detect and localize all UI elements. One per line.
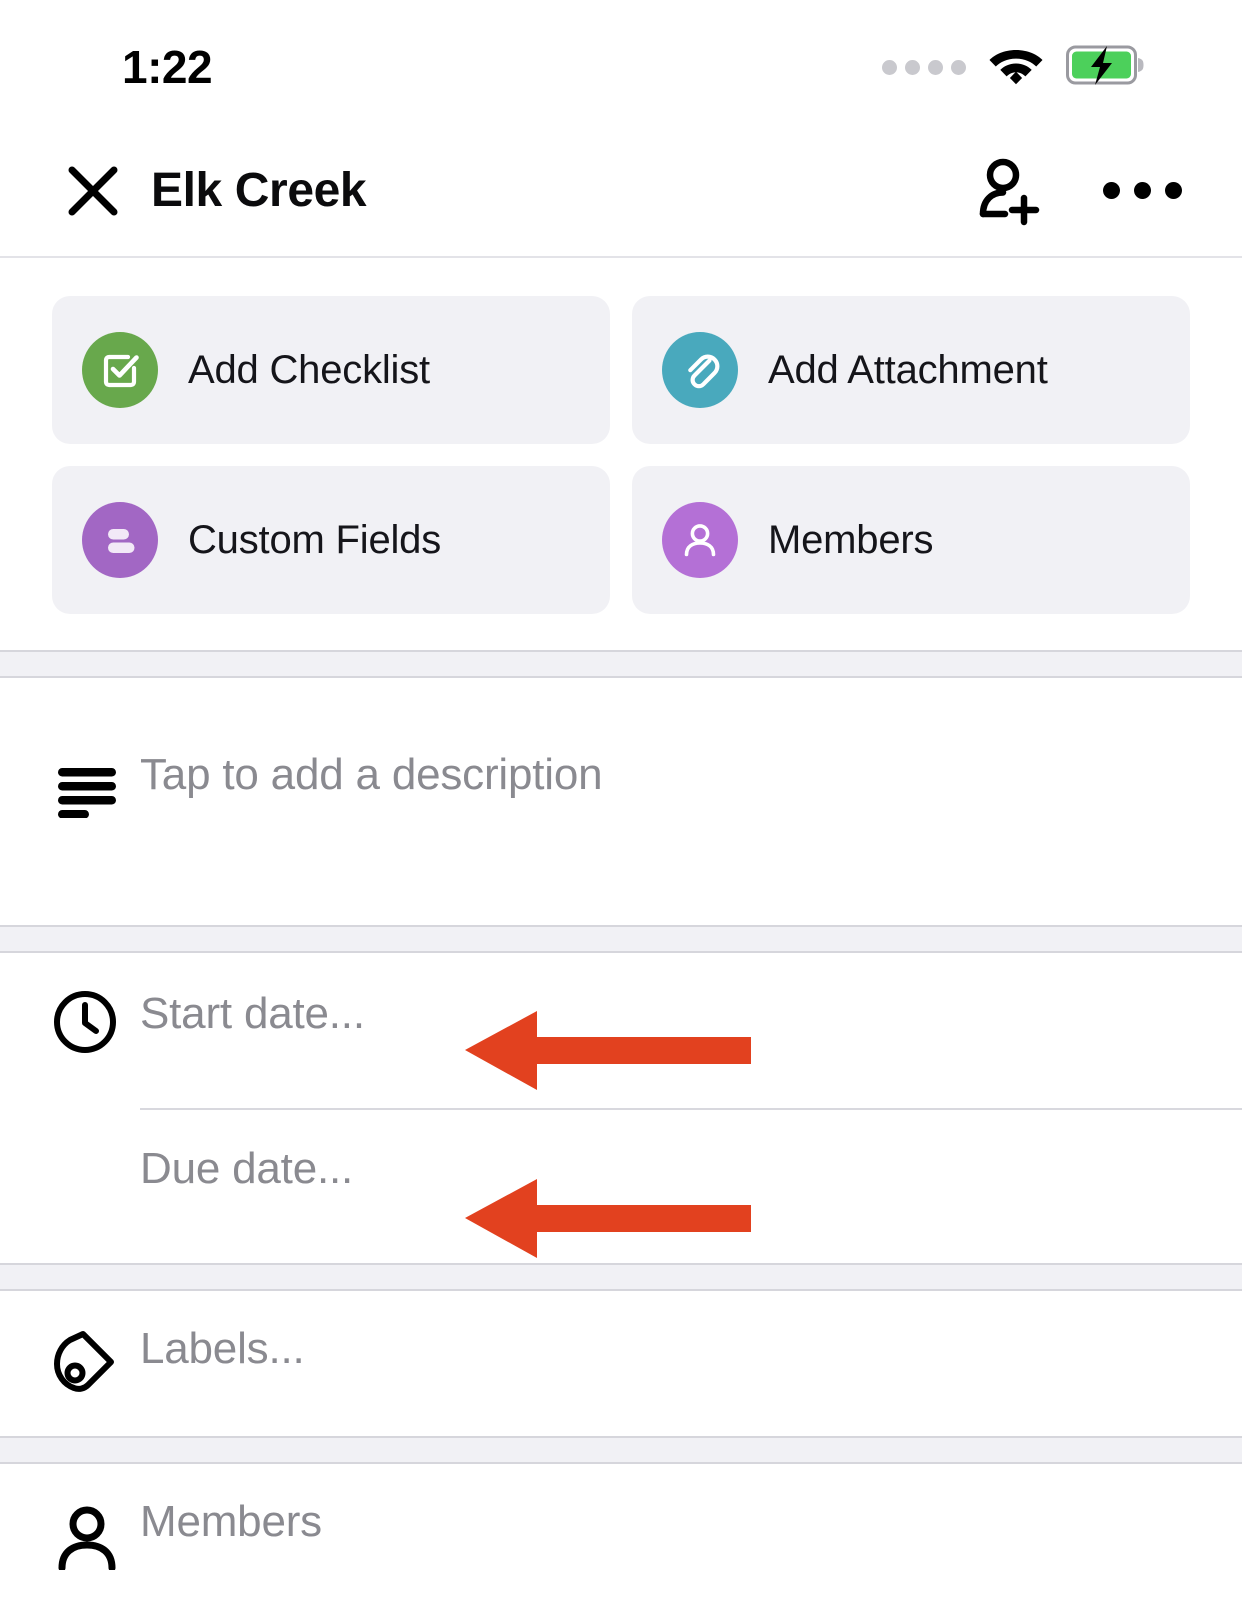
custom-fields-button[interactable]: Custom Fields [52,466,610,614]
section-divider-3 [0,1263,1242,1291]
paperclip-icon [662,332,738,408]
members-row[interactable]: Members [0,1464,1242,1584]
members-card-label: Members [768,517,934,562]
members-row-placeholder: Members [140,1497,322,1546]
custom-fields-label: Custom Fields [188,517,442,562]
due-date-row[interactable]: Due date... [0,1108,1242,1263]
description-lines-icon [56,766,118,823]
status-bar: 1:22 [0,0,1242,125]
app-header: Elk Creek [0,125,1242,258]
members-card-button[interactable]: Members [632,466,1190,614]
status-bar-indicators [882,44,1146,91]
due-date-placeholder: Due date... [140,1144,354,1193]
section-divider-1 [0,650,1242,678]
page-title: Elk Creek [151,164,367,217]
add-attachment-button[interactable]: Add Attachment [632,296,1190,444]
labels-row[interactable]: Labels... [0,1291,1242,1436]
checklist-icon [82,332,158,408]
person-icon [662,502,738,578]
person-outline-icon [56,1504,118,1575]
person-add-icon [979,158,1040,225]
clock-icon [52,989,118,1060]
quick-actions-row-1: Add Checklist Add Attachment [52,296,1190,444]
custom-fields-icon [82,502,158,578]
description-row[interactable]: Tap to add a description [0,678,1242,925]
section-divider-2 [0,925,1242,953]
wifi-icon [988,44,1044,91]
dates-section: Start date... Due date... [0,953,1242,1263]
quick-actions-row-2: Custom Fields Members [52,466,1190,614]
close-icon [68,166,118,215]
battery-charging-icon [1066,44,1146,91]
signal-dots-icon [882,60,966,75]
labels-placeholder: Labels... [140,1324,305,1373]
label-tag-icon [50,1329,118,1402]
add-attachment-label: Add Attachment [768,347,1048,392]
close-button[interactable] [63,161,123,221]
description-placeholder: Tap to add a description [140,750,603,799]
add-member-button[interactable] [966,149,1050,233]
card-detail-screen: 1:22 Elk Creek Add Checklist Add Attachm… [0,0,1242,1617]
more-options-icon [1102,182,1182,199]
section-divider-4 [0,1436,1242,1464]
add-checklist-label: Add Checklist [188,347,430,392]
status-bar-time: 1:22 [122,41,213,93]
start-date-row[interactable]: Start date... [0,953,1242,1110]
start-date-placeholder: Start date... [140,989,365,1038]
overflow-menu-button[interactable] [1100,149,1184,233]
quick-actions-grid: Add Checklist Add Attachment Custom Fiel… [0,258,1242,650]
add-checklist-button[interactable]: Add Checklist [52,296,610,444]
